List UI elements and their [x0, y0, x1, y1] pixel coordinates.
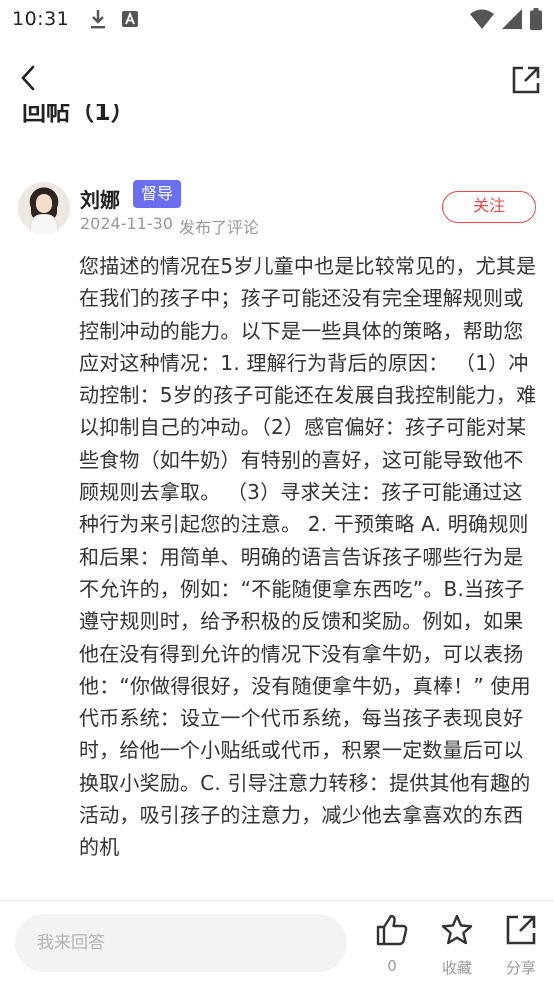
- avatar[interactable]: [18, 182, 70, 234]
- status-bar: 10:31: [0, 0, 554, 38]
- role-badge: 督导: [133, 180, 182, 208]
- follow-button[interactable]: 关注: [442, 191, 536, 223]
- share-icon: [506, 915, 536, 945]
- status-time: 10:31: [12, 8, 70, 30]
- user-name[interactable]: 刘娜: [80, 184, 120, 213]
- battery-icon: [530, 8, 542, 30]
- nav-bar: [0, 48, 554, 110]
- back-chevron-icon: [21, 65, 35, 91]
- download-icon: [91, 10, 106, 29]
- cellular-signal-icon: [502, 9, 522, 29]
- like-count: 0: [387, 957, 397, 975]
- avatar-face: [36, 194, 52, 213]
- back-button[interactable]: [10, 60, 46, 96]
- section-heading: 回帖（1）: [22, 104, 222, 134]
- wifi-icon: [470, 9, 494, 29]
- bottom-bar: 0 收藏 分享: [0, 900, 554, 984]
- share-button[interactable]: 分享: [493, 913, 549, 977]
- avatar-body: [30, 214, 58, 234]
- reply-input[interactable]: [15, 914, 347, 972]
- share-label: 分享: [505, 959, 536, 977]
- comment-date: 2024-11-30: [80, 214, 173, 233]
- comment-action-text: 发布了评论: [179, 218, 260, 237]
- keyboard-a-icon: [122, 11, 139, 27]
- share-icon: [512, 66, 540, 94]
- star-icon: [441, 914, 473, 945]
- status-icons-right: [470, 8, 542, 30]
- favorite-label: 收藏: [441, 959, 472, 977]
- status-icons-left: [89, 8, 139, 30]
- section-heading-text: 回帖（1）: [22, 104, 135, 126]
- comment-body: 您描述的情况在5岁儿童中也是比较常见的，尤其是在我们的孩子中；孩子可能还没有完全…: [79, 254, 537, 860]
- like-button[interactable]: 0: [364, 913, 420, 975]
- thumbs-up-icon: [376, 914, 408, 946]
- share-top-button[interactable]: [506, 60, 546, 100]
- favorite-button[interactable]: 收藏: [429, 913, 485, 977]
